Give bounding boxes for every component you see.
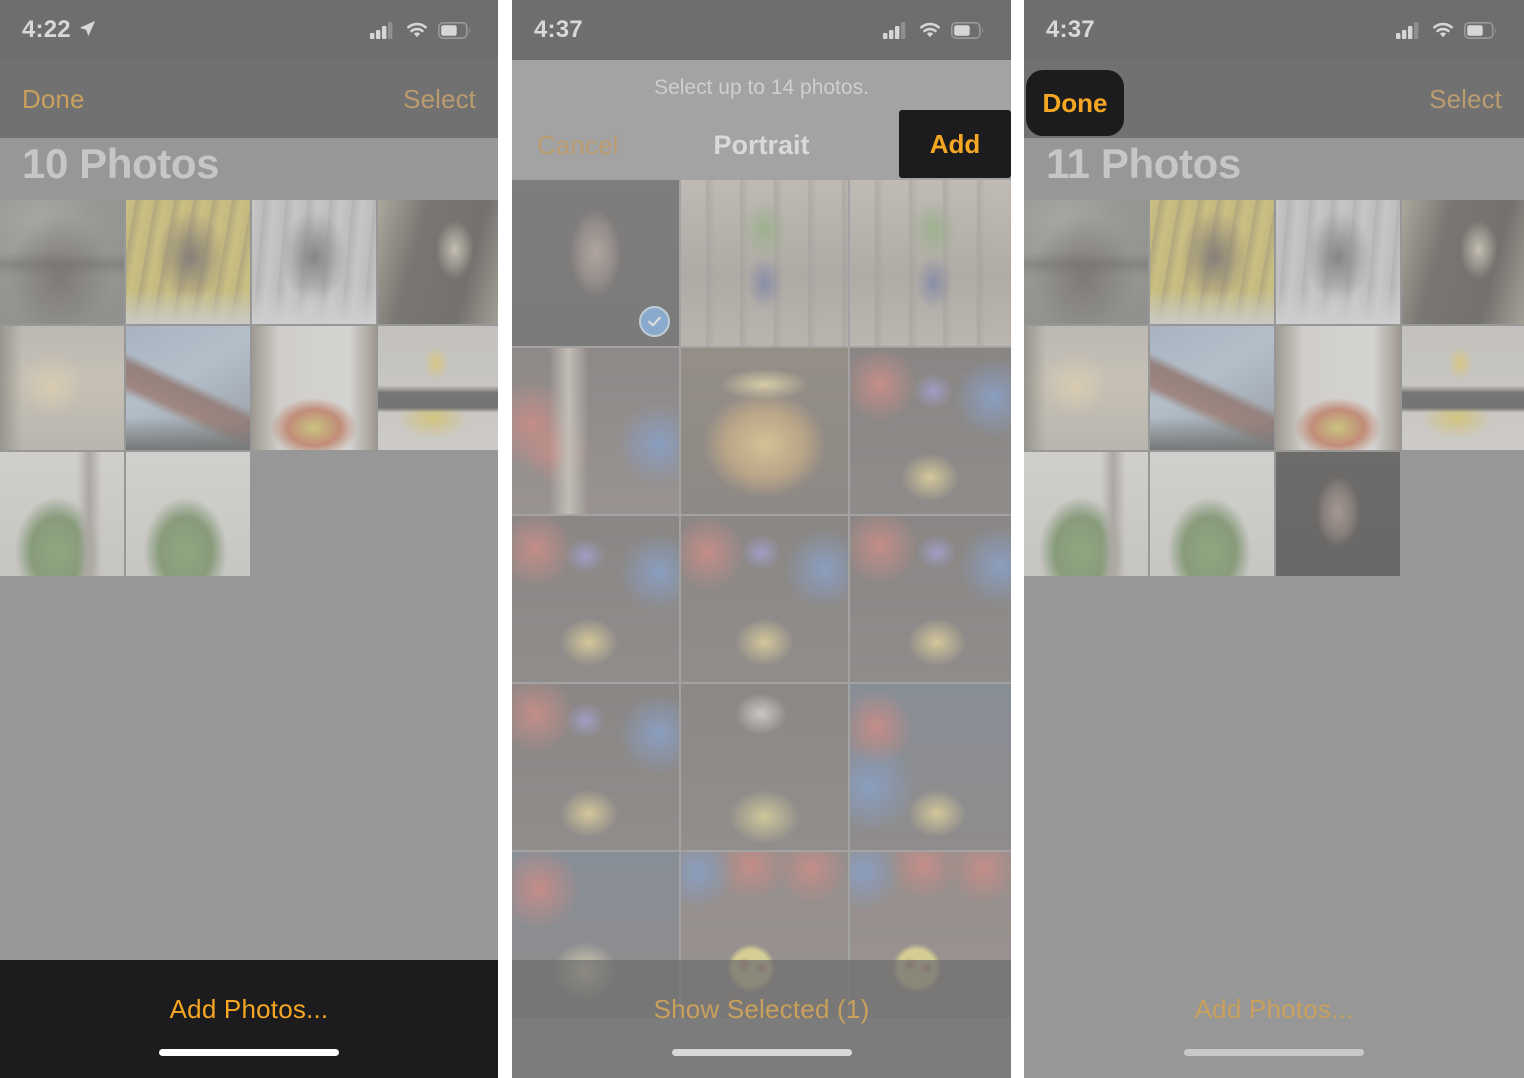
selected-checkmark-icon	[639, 306, 670, 337]
picker-thumb-boy-cake-d[interactable]	[850, 516, 1011, 682]
photo-thumb-hulk-closeup-b[interactable]	[126, 452, 250, 576]
picker-thumb-boy-cake-e[interactable]	[512, 684, 679, 850]
select-button[interactable]: Select	[403, 84, 476, 115]
status-time: 4:22	[22, 16, 71, 43]
battery-icon	[951, 21, 985, 39]
status-indicators	[370, 21, 472, 39]
photo-grid[interactable]	[1024, 200, 1524, 576]
home-indicator[interactable]	[1184, 1049, 1364, 1056]
cellular-signal-icon	[883, 21, 909, 39]
bottom-toolbar: Add Photos...	[1024, 960, 1524, 1078]
status-indicators	[1396, 21, 1498, 39]
photo-thumb-man-sunglasses[interactable]	[1024, 200, 1148, 324]
home-indicator[interactable]	[159, 1049, 339, 1056]
status-clock: 4:37	[534, 16, 583, 44]
photo-thumb-geeksmedia-cake[interactable]	[378, 326, 498, 450]
photo-thumb-foggy-sunrise[interactable]	[1024, 326, 1148, 450]
photo-thumb-man-yellow-wall[interactable]	[126, 200, 250, 324]
status-bar: 4:22	[0, 0, 498, 60]
picker-thumb-boy-cake-f[interactable]	[850, 684, 1011, 850]
picker-thumb-boy-candle-blowing[interactable]	[681, 684, 848, 850]
picker-thumb-boy-cake-c[interactable]	[681, 516, 848, 682]
album-nav-bar: Done Select	[0, 60, 498, 138]
photo-thumb-hand-bamboo[interactable]	[378, 200, 498, 324]
photo-thumb-geeksmedia-cake[interactable]	[1402, 326, 1524, 450]
battery-icon	[1464, 21, 1498, 39]
battery-icon	[438, 21, 472, 39]
status-time: 4:37	[534, 16, 583, 43]
photo-grid[interactable]	[0, 200, 498, 576]
page-title: 10 Photos	[22, 140, 220, 187]
cellular-signal-icon	[1396, 21, 1422, 39]
photo-thumb-foggy-sunrise[interactable]	[0, 326, 124, 450]
done-button-tap-highlight[interactable]: Done	[1026, 70, 1124, 136]
cancel-button[interactable]: Cancel	[537, 130, 619, 161]
status-bar: 4:37	[512, 0, 1011, 60]
add-button-tap-highlight[interactable]: Add	[899, 110, 1011, 178]
photo-thumb-man-yellow-wall[interactable]	[1150, 200, 1274, 324]
bottom-toolbar: Show Selected (1)	[512, 960, 1011, 1078]
wifi-icon	[405, 21, 429, 39]
location-arrow-icon	[78, 17, 97, 45]
add-photos-button[interactable]: Add Photos...	[0, 994, 498, 1025]
photo-thumb-rooftop-sky[interactable]	[1150, 326, 1274, 450]
show-selected-button[interactable]: Show Selected (1)	[512, 994, 1011, 1025]
page-title: 11 Photos	[1046, 140, 1241, 187]
selection-limit-hint: Select up to 14 photos.	[654, 76, 869, 99]
wifi-icon	[918, 21, 942, 39]
photo-thumb-man-bw[interactable]	[1276, 200, 1400, 324]
done-button-label: Done	[1042, 87, 1108, 118]
photo-thumb-man-sunglasses[interactable]	[0, 200, 124, 324]
picker-thumb-hulk-standing-b[interactable]	[850, 180, 1011, 346]
picker-thumb-hulk-standing-a[interactable]	[681, 180, 848, 346]
status-time: 4:37	[1046, 16, 1095, 43]
status-indicators	[883, 21, 985, 39]
phone-screen-picker: 4:37 Select up to 14 photos. Cancel Port…	[512, 0, 1011, 1078]
picker-thumb-boy-cake-a[interactable]	[850, 348, 1011, 514]
phone-screen-album-after: 4:37 Select 11 Photos Done Add Photos...	[1024, 0, 1524, 1078]
status-bar: 4:37	[1024, 0, 1524, 60]
cellular-signal-icon	[370, 21, 396, 39]
picker-photo-grid[interactable]	[512, 180, 1011, 1018]
select-button[interactable]: Select	[1429, 84, 1502, 115]
status-clock: 4:22	[22, 16, 97, 44]
wifi-icon	[1431, 21, 1455, 39]
add-button-label: Add	[929, 128, 981, 159]
home-indicator[interactable]	[671, 1049, 852, 1056]
picker-thumb-boy-cake-b[interactable]	[512, 516, 679, 682]
picker-thumb-woman-dark-portrait[interactable]	[512, 180, 679, 346]
photo-thumb-hulk-closeup-b[interactable]	[1150, 452, 1274, 576]
photo-thumb-flower-bouquet[interactable]	[1276, 326, 1400, 450]
photo-thumb-hand-bamboo[interactable]	[1402, 200, 1524, 324]
photo-thumb-rooftop-sky[interactable]	[126, 326, 250, 450]
photo-thumb-man-bw[interactable]	[252, 200, 376, 324]
add-photos-button[interactable]: Add Photos...	[1024, 994, 1524, 1025]
photo-thumb-woman-dark-portrait-new[interactable]	[1276, 452, 1400, 576]
done-button[interactable]: Done	[22, 84, 85, 115]
photo-thumb-hulk-closeup-a[interactable]	[0, 452, 124, 576]
status-clock: 4:37	[1046, 16, 1095, 44]
photo-thumb-hulk-closeup-a[interactable]	[1024, 452, 1148, 576]
photo-thumb-flower-bouquet[interactable]	[252, 326, 376, 450]
picker-thumb-happy-birthday-cake-glow[interactable]	[681, 348, 848, 514]
screenshot-triptych: 4:22 Done Select 10 Photos Add Photos...…	[0, 0, 1524, 1078]
phone-screen-album-before: 4:22 Done Select 10 Photos Add Photos...	[0, 0, 498, 1078]
bottom-toolbar: Add Photos...	[0, 960, 498, 1078]
picker-thumb-birthday-couple[interactable]	[512, 348, 679, 514]
